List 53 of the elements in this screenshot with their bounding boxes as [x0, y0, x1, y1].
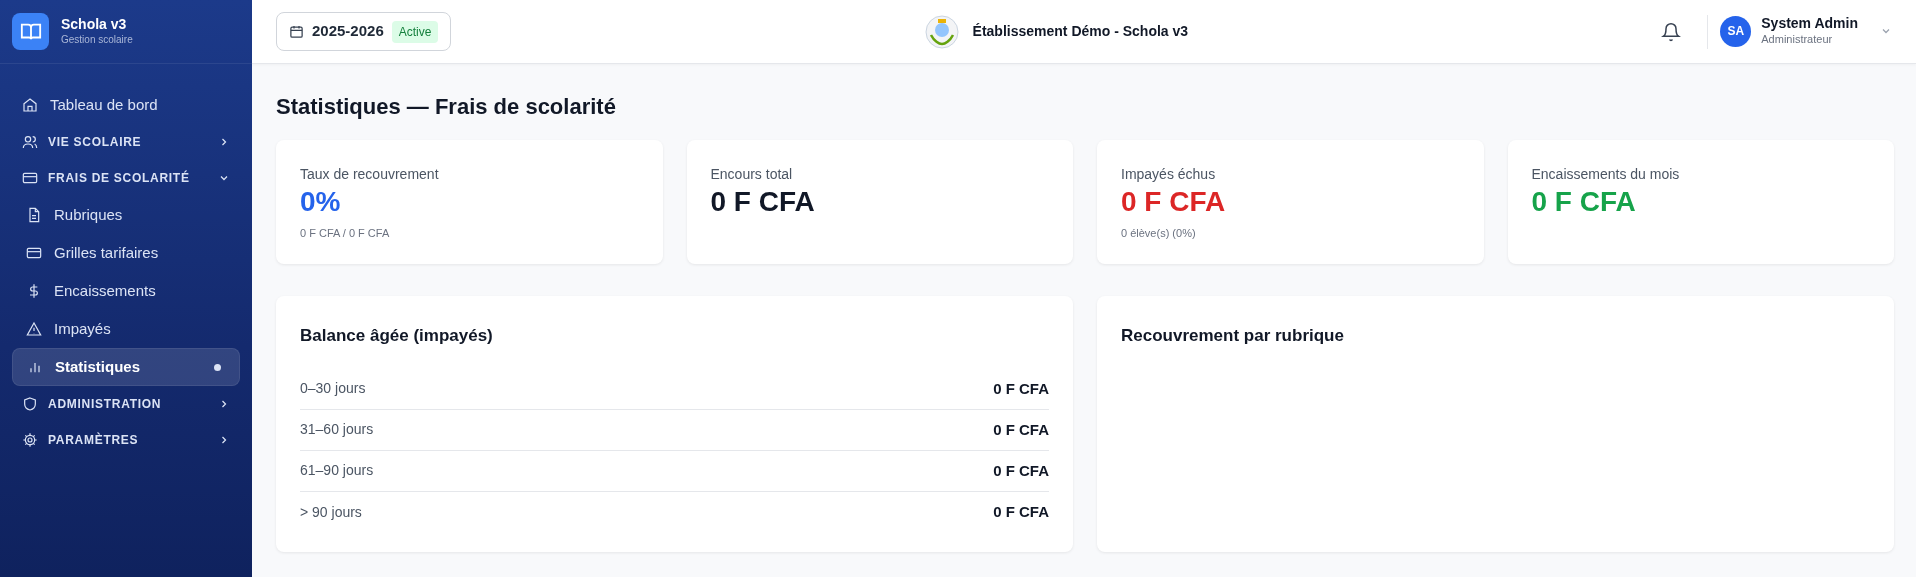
sidebar-section[interactable]: PARAMÈTRES — [12, 422, 240, 458]
stat-label: Encours total — [710, 165, 794, 185]
credit-card-icon — [26, 245, 42, 261]
stat-note: 0 élève(s) (0%) — [1121, 226, 1197, 241]
gear-icon — [22, 432, 38, 448]
stat-value: 0 F CFA — [710, 185, 816, 219]
age-range-label: 61–90 jours — [300, 461, 374, 481]
user-menu[interactable]: SA System Admin Administrateur — [1720, 15, 1892, 48]
stat-value: 0 F CFA — [1531, 185, 1637, 219]
stat-note: 0 F CFA / 0 F CFA — [300, 226, 391, 241]
panel-title: Balance âgée (impayés) — [300, 325, 494, 348]
notification-bell-icon[interactable] — [1661, 21, 1682, 42]
amount-value: 0 F CFA — [993, 502, 1049, 523]
sidebar-section[interactable]: VIE SCOLAIRE — [12, 124, 240, 160]
stat-value: 0% — [300, 185, 342, 219]
app-subtitle: Gestion scolaire — [61, 33, 133, 48]
page-title: Statistiques — Frais de scolarité — [276, 94, 617, 121]
school-name: Établissement Démo - Schola v3 — [972, 22, 1189, 41]
user-role: Administrateur — [1761, 31, 1834, 47]
age-range-label: 31–60 jours — [300, 420, 374, 440]
stat-label: Impayés échus — [1121, 165, 1217, 185]
amount-value: 0 F CFA — [993, 460, 1049, 481]
sidebar-item[interactable]: Tableau de bord — [12, 86, 240, 124]
book-logo-icon — [12, 13, 49, 50]
active-indicator-dot — [214, 363, 221, 371]
age-range-label: > 90 jours — [300, 502, 362, 522]
users-icon — [22, 134, 38, 150]
status-badge: Active — [391, 20, 439, 43]
amount-value: 0 F CFA — [993, 378, 1049, 399]
sidebar-item[interactable]: Encaissements — [12, 272, 240, 310]
shield-icon — [22, 396, 38, 412]
warning-triangle-icon — [26, 321, 42, 337]
user-name: System Admin — [1761, 15, 1858, 31]
school-emblem-icon — [924, 14, 959, 49]
calendar-icon — [289, 24, 304, 39]
sidebar-item[interactable]: Grilles tarifaires — [12, 234, 240, 272]
document-icon — [26, 207, 42, 223]
sidebar-section[interactable]: FRAIS DE SCOLARITÉ — [12, 160, 240, 196]
credit-card-icon — [22, 170, 38, 186]
app-name: Schola v3 — [61, 15, 128, 33]
home-icon — [22, 97, 38, 113]
stat-value: 0 F CFA — [1121, 185, 1227, 219]
stat-label: Encaissements du mois — [1531, 165, 1681, 185]
amount-value: 0 F CFA — [993, 419, 1049, 440]
sidebar-section[interactable]: ADMINISTRATION — [12, 386, 240, 422]
school-year-selector[interactable]: 2025-2026 Active — [276, 12, 452, 51]
sidebar-item[interactable]: Statistiques — [12, 348, 240, 386]
stat-label: Taux de recouvrement — [300, 165, 440, 185]
panel-title: Recouvrement par rubrique — [1121, 325, 1345, 348]
user-avatar: SA — [1720, 16, 1752, 47]
sidebar-item[interactable]: Rubriques — [12, 196, 240, 234]
sidebar-item[interactable]: Impayés — [12, 310, 240, 348]
age-range-label: 0–30 jours — [300, 379, 366, 399]
